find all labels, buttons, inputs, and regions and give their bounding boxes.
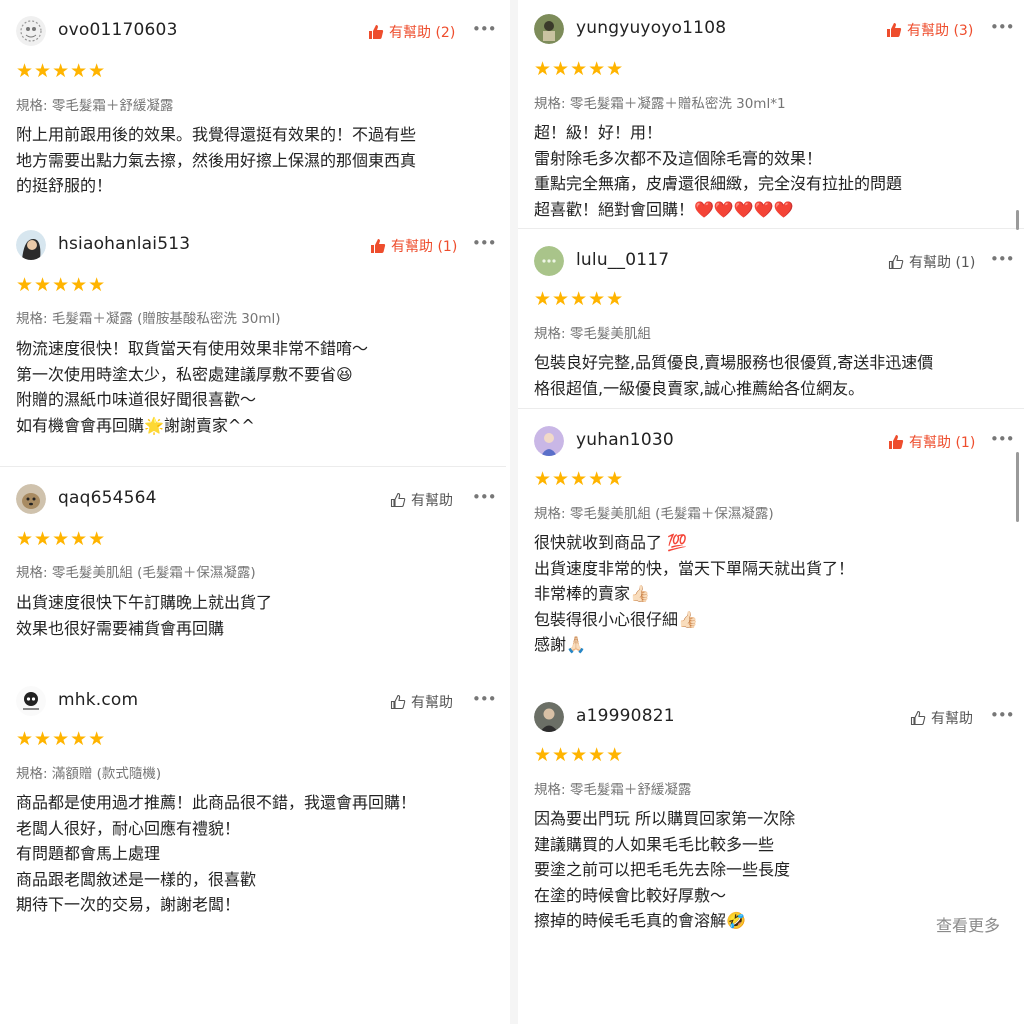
review-text: 附上用前跟用後的效果。我覺得還挺有效果的！不過有些 地方需要出點力氣去擦，然後用… bbox=[16, 125, 417, 195]
username[interactable]: ovo01170603 bbox=[58, 20, 178, 40]
see-more-link[interactable]: 查看更多 bbox=[936, 912, 1000, 936]
avatar[interactable] bbox=[16, 686, 46, 716]
star-rating: ★★★★★ bbox=[534, 288, 625, 310]
spec-label: 規格: 滿額贈 (款式隨機) bbox=[16, 766, 162, 782]
more-options-icon[interactable]: ••• bbox=[990, 430, 1015, 448]
divider bbox=[518, 408, 1024, 409]
helpful-button[interactable]: 有幫助 (1) bbox=[888, 252, 975, 272]
more-options-icon[interactable]: ••• bbox=[472, 488, 497, 506]
scrollbar[interactable] bbox=[1016, 452, 1019, 522]
review-card: hsiaohanlai513 有幫助 (1) ••• ★★★★★ 規格: 毛髮霜… bbox=[0, 228, 506, 435]
username[interactable]: hsiaohanlai513 bbox=[58, 234, 190, 254]
username[interactable]: lulu__0117 bbox=[576, 250, 669, 270]
review-card: qaq654564 有幫助 ••• ★★★★★ 規格: 零毛髮美肌組 (毛髮霜＋… bbox=[0, 482, 506, 638]
review-card: yungyuyoyo1108 有幫助 (3) ••• ★★★★★ 規格: 零毛髮… bbox=[518, 12, 1024, 219]
review-text: 因為要出門玩 所以購買回家第一次除 建議購買的人如果毛毛比較多一些 要塗之前可以… bbox=[534, 809, 796, 930]
helpful-label: 有幫助 bbox=[411, 695, 453, 711]
review-card: lulu__0117 有幫助 (1) ••• ★★★★★ 規格: 零毛髮美肌組 … bbox=[518, 244, 1024, 398]
thumbs-up-filled-icon bbox=[886, 22, 902, 38]
avatar[interactable] bbox=[534, 246, 564, 276]
spec-label: 規格: 零毛髮霜＋舒緩凝露 bbox=[16, 98, 174, 114]
review-text: 物流速度很快！取貨當天有使用效果非常不錯唷～ 第一次使用時塗太少，私密處建議厚敷… bbox=[16, 339, 369, 435]
more-options-icon[interactable]: ••• bbox=[990, 250, 1015, 268]
spec-label: 規格: 毛髮霜＋凝露 (贈胺基酸私密洗 30ml) bbox=[16, 311, 281, 327]
username[interactable]: mhk.com bbox=[58, 690, 138, 710]
avatar[interactable] bbox=[16, 230, 46, 260]
thumbs-up-outline-icon bbox=[888, 254, 904, 270]
star-rating: ★★★★★ bbox=[534, 468, 625, 490]
username[interactable]: a19990821 bbox=[576, 706, 675, 726]
review-text: 超！級！好！用！ 雷射除毛多次都不及這個除毛膏的效果！ 重點完全無痛，皮膚還很細… bbox=[534, 123, 903, 219]
helpful-label: 有幫助 (3) bbox=[907, 23, 974, 39]
star-rating: ★★★★★ bbox=[16, 274, 107, 296]
scrollbar[interactable] bbox=[1016, 210, 1019, 230]
star-rating: ★★★★★ bbox=[16, 528, 107, 550]
thumbs-up-outline-icon bbox=[910, 710, 926, 726]
thumbs-up-outline-icon bbox=[390, 694, 406, 710]
helpful-button[interactable]: 有幫助 bbox=[390, 692, 453, 712]
spec-label: 規格: 零毛髮美肌組 bbox=[534, 326, 651, 342]
more-options-icon[interactable]: ••• bbox=[472, 690, 497, 708]
star-rating: ★★★★★ bbox=[16, 728, 107, 750]
review-card: mhk.com 有幫助 ••• ★★★★★ 規格: 滿額贈 (款式隨機) 商品都… bbox=[0, 684, 506, 914]
review-card: a19990821 有幫助 ••• ★★★★★ 規格: 零毛髮霜＋舒緩凝露 因為… bbox=[518, 700, 1024, 930]
more-options-icon[interactable]: ••• bbox=[990, 18, 1015, 36]
avatar[interactable] bbox=[534, 14, 564, 44]
review-text: 很快就收到商品了 💯 出貨速度非常的快，當天下單隔天就出貨了！ 非常棒的賣家👍🏻… bbox=[534, 533, 855, 654]
spec-label: 規格: 零毛髮霜＋舒緩凝露 bbox=[534, 782, 692, 798]
thumbs-up-filled-icon bbox=[368, 24, 384, 40]
star-rating: ★★★★★ bbox=[534, 744, 625, 766]
helpful-button[interactable]: 有幫助 (1) bbox=[370, 236, 457, 256]
avatar[interactable] bbox=[534, 702, 564, 732]
username[interactable]: yuhan1030 bbox=[576, 430, 674, 450]
star-rating: ★★★★★ bbox=[534, 58, 625, 80]
thumbs-up-filled-icon bbox=[888, 434, 904, 450]
helpful-button[interactable]: 有幫助 (1) bbox=[888, 432, 975, 452]
helpful-button[interactable]: 有幫助 (2) bbox=[368, 22, 455, 42]
avatar[interactable] bbox=[534, 426, 564, 456]
review-text: 商品都是使用過才推薦！此商品很不錯，我還會再回購！ 老闆人很好，耐心回應有禮貌！… bbox=[16, 793, 417, 914]
username[interactable]: yungyuyoyo1108 bbox=[576, 18, 726, 38]
username[interactable]: qaq654564 bbox=[58, 488, 157, 508]
more-options-icon[interactable]: ••• bbox=[472, 20, 497, 38]
helpful-label: 有幫助 (2) bbox=[389, 25, 456, 41]
helpful-label: 有幫助 (1) bbox=[391, 239, 458, 255]
spec-label: 規格: 零毛髮美肌組 (毛髮霜＋保濕凝露) bbox=[16, 565, 256, 581]
avatar[interactable] bbox=[16, 16, 46, 46]
review-card: ovo01170603 有幫助 (2) ••• ★★★★★ 規格: 零毛髮霜＋舒… bbox=[0, 14, 506, 195]
thumbs-up-filled-icon bbox=[370, 238, 386, 254]
review-text: 出貨速度很快下午訂購晚上就出貨了 效果也很好需要補貨會再回購 bbox=[16, 593, 273, 638]
helpful-button[interactable]: 有幫助 (3) bbox=[886, 20, 973, 40]
helpful-label: 有幫助 (1) bbox=[909, 435, 976, 451]
helpful-button[interactable]: 有幫助 bbox=[910, 708, 973, 728]
star-rating: ★★★★★ bbox=[16, 60, 107, 82]
more-options-icon[interactable]: ••• bbox=[472, 234, 497, 252]
column-divider bbox=[510, 0, 518, 1024]
review-text: 包裝良好完整,品質優良,賣場服務也很優質,寄送非迅速價 格很超值,一級優良賣家,… bbox=[534, 353, 934, 398]
helpful-label: 有幫助 (1) bbox=[909, 255, 976, 271]
helpful-label: 有幫助 bbox=[411, 493, 453, 509]
review-card: yuhan1030 有幫助 (1) ••• ★★★★★ 規格: 零毛髮美肌組 (… bbox=[518, 424, 1024, 654]
more-options-icon[interactable]: ••• bbox=[990, 706, 1015, 724]
spec-label: 規格: 零毛髮霜＋凝露＋贈私密洗 30ml*1 bbox=[534, 96, 786, 112]
helpful-label: 有幫助 bbox=[931, 711, 973, 727]
avatar[interactable] bbox=[16, 484, 46, 514]
spec-label: 規格: 零毛髮美肌組 (毛髮霜＋保濕凝露) bbox=[534, 506, 774, 522]
helpful-button[interactable]: 有幫助 bbox=[390, 490, 453, 510]
thumbs-up-outline-icon bbox=[390, 492, 406, 508]
divider bbox=[518, 228, 1024, 229]
divider bbox=[0, 466, 506, 467]
